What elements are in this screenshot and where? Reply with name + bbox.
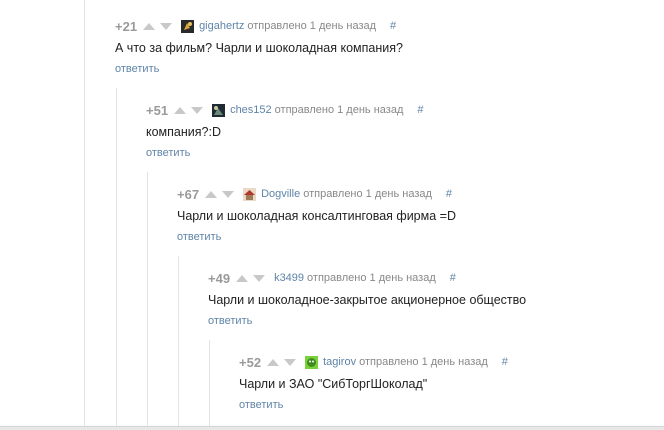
comment-text: Чарли и шоколадное-закрытое акционерное …	[208, 293, 527, 307]
vote-down-icon[interactable]	[284, 358, 297, 366]
thread-line	[84, 0, 85, 430]
vote-up-icon[interactable]	[174, 106, 187, 114]
vote-down-icon[interactable]	[253, 274, 266, 282]
avatar-green-icon[interactable]	[305, 355, 319, 369]
comment-score: +49	[208, 270, 231, 286]
reply-link[interactable]: ответить	[177, 231, 221, 243]
horizontal-scrollbar[interactable]	[0, 426, 664, 430]
thread-line	[116, 88, 117, 430]
avatar-house-icon[interactable]	[243, 187, 257, 201]
comment-author[interactable]: gigahertz	[199, 20, 244, 32]
comment: +21 gigahertz отправлено 1 день назад # …	[115, 17, 403, 77]
comment-text: компания?:D	[146, 125, 221, 139]
comment-permalink[interactable]: #	[450, 272, 456, 284]
comment-text: Чарли и шоколадная консалтинговая фирма …	[177, 209, 456, 223]
reply-link[interactable]: ответить	[208, 315, 252, 327]
comment-author[interactable]: Dogville	[261, 188, 300, 200]
vote-down-icon[interactable]	[160, 22, 173, 30]
comment-header: +21 gigahertz отправлено 1 день назад #	[115, 17, 403, 35]
vote-up-icon[interactable]	[236, 274, 249, 282]
comment-header: +52 tagirov отправлено 1 день назад #	[239, 353, 508, 371]
comment-author[interactable]: k3499	[274, 272, 304, 284]
comment: +51 ches152 отправлено 1 день назад # ко…	[146, 101, 423, 161]
comment-permalink[interactable]: #	[446, 188, 452, 200]
reply-link[interactable]: ответить	[115, 63, 159, 75]
thread-line	[147, 172, 148, 430]
comment-permalink[interactable]: #	[417, 104, 423, 116]
comment-header: +67 Dogville отправлено 1 день назад #	[177, 185, 456, 203]
comment-permalink[interactable]: #	[502, 356, 508, 368]
reply-link[interactable]: ответить	[239, 399, 283, 411]
comment-text: Чарли и ЗАО "СибТоргШоколад"	[239, 377, 428, 391]
comment: +52 tagirov отправлено 1 день назад # Ча…	[239, 353, 508, 413]
comment-timestamp: отправлено 1 день назад	[359, 356, 488, 368]
avatar-dark-icon[interactable]	[181, 19, 195, 33]
comment-timestamp: отправлено 1 день назад	[274, 104, 404, 116]
comment-score: +51	[146, 102, 169, 118]
vote-up-icon[interactable]	[143, 22, 156, 30]
vote-down-icon[interactable]	[222, 190, 235, 198]
avatar-dark-icon[interactable]	[212, 103, 226, 117]
comment-timestamp: отправлено 1 день назад	[307, 272, 436, 284]
comment-header: +51 ches152 отправлено 1 день назад #	[146, 101, 423, 119]
comment: +49 k3499 отправлено 1 день назад # Чарл…	[208, 269, 526, 329]
comment-header: +49 k3499 отправлено 1 день назад #	[208, 269, 526, 287]
comment-author[interactable]: tagirov	[323, 356, 356, 368]
vote-up-icon[interactable]	[267, 358, 280, 366]
vote-up-icon[interactable]	[205, 190, 218, 198]
thread-line	[178, 256, 179, 430]
comment-text: А что за фильм? Чарли и шоколадная компа…	[115, 41, 403, 55]
comment-timestamp: отправлено 1 день назад	[247, 20, 377, 32]
comment-score: +67	[177, 186, 200, 202]
comment-score: +21	[115, 18, 138, 34]
comment-author[interactable]: ches152	[230, 104, 272, 116]
thread-line	[209, 340, 210, 430]
vote-down-icon[interactable]	[191, 106, 204, 114]
comment-timestamp: отправлено 1 день назад	[303, 188, 432, 200]
reply-link[interactable]: ответить	[146, 147, 190, 159]
comment-score: +52	[239, 354, 262, 370]
comment-permalink[interactable]: #	[390, 20, 396, 32]
comment: +67 Dogville отправлено 1 день назад # Ч…	[177, 185, 456, 245]
